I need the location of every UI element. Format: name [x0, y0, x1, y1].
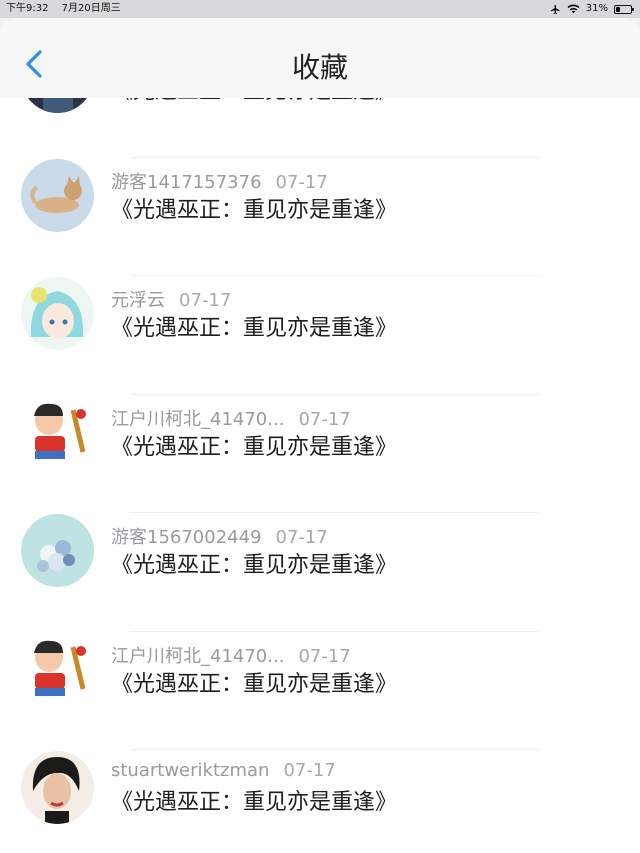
cartoon-boy-avatar-icon: [21, 632, 94, 706]
date: 07-17: [298, 645, 351, 667]
list-item[interactable]: 江户川柯北_41470... 07-17 《光遇巫正：重见亦是重逢》: [0, 632, 640, 750]
battery-icon: [614, 4, 634, 14]
list-item[interactable]: 游客1567002449 07-17 《光遇巫正：重见亦是重逢》: [0, 513, 640, 632]
list-item[interactable]: 元浮云 07-17 《光遇巫正：重见亦是重逢》: [0, 276, 640, 395]
date: 07-17: [283, 760, 336, 781]
nav-header: 收藏: [0, 18, 640, 98]
battery-percent: 31%: [585, 3, 608, 14]
username: 元浮云: [111, 290, 165, 311]
date: 07-17: [275, 527, 328, 548]
item-title: 《光遇巫正：重见亦是重逢》: [111, 316, 398, 341]
avatar[interactable]: [21, 632, 94, 706]
avatar[interactable]: [21, 277, 94, 350]
username: 江户川柯北_41470...: [111, 645, 285, 667]
date: 07-17: [298, 408, 351, 430]
cartoon-boy-avatar-icon: [21, 395, 94, 469]
avatar[interactable]: [21, 158, 94, 232]
cat-avatar-icon: [21, 158, 94, 232]
username: 江户川柯北_41470...: [111, 408, 285, 430]
item-title: 《光遇巫正：重见亦是重逢》: [111, 671, 398, 697]
anime-girl-avatar-icon: [21, 277, 94, 350]
list-item[interactable]: 游客1417157376 07-17 《光遇巫正：重见亦是重逢》: [0, 158, 640, 276]
avatar[interactable]: [21, 395, 94, 469]
flower-bouquet-avatar-icon: [21, 514, 94, 587]
woman-portrait-avatar-icon: [21, 751, 94, 824]
favorites-list[interactable]: 《光遇巫正：重见亦是重逢》 游客1417157376 07-17 《光遇巫正：重见…: [0, 78, 640, 853]
item-title: 《光遇巫正：重见亦是重逢》: [111, 197, 398, 223]
item-title: 《光遇巫正：重见亦是重逢》: [111, 553, 398, 578]
date: 07-17: [179, 290, 232, 311]
status-left: 下午9:32 7月20日周三: [6, 0, 131, 18]
status-time: 下午9:32: [6, 3, 49, 14]
avatar[interactable]: [21, 514, 94, 587]
status-date: 7月20日周三: [61, 3, 121, 14]
status-bar: 下午9:32 7月20日周三 31%: [0, 0, 640, 18]
list-item[interactable]: 江户川柯北_41470... 07-17 《光遇巫正：重见亦是重逢》: [0, 395, 640, 513]
avatar[interactable]: [21, 751, 94, 824]
date: 07-17: [275, 171, 328, 193]
airplane-icon: [550, 4, 560, 14]
item-title: 《光遇巫正：重见亦是重逢》: [111, 434, 398, 460]
wifi-icon: [567, 4, 580, 14]
username: 游客1417157376: [111, 171, 262, 193]
status-right: 31%: [550, 0, 634, 18]
page-title: 收藏: [291, 51, 348, 84]
username: stuartweriktzman: [111, 760, 270, 781]
item-title: 《光遇巫正：重见亦是重逢》: [111, 790, 398, 815]
list-item[interactable]: stuartweriktzman 07-17 《光遇巫正：重见亦是重逢》: [0, 750, 640, 853]
username: 游客1567002449: [111, 527, 262, 548]
